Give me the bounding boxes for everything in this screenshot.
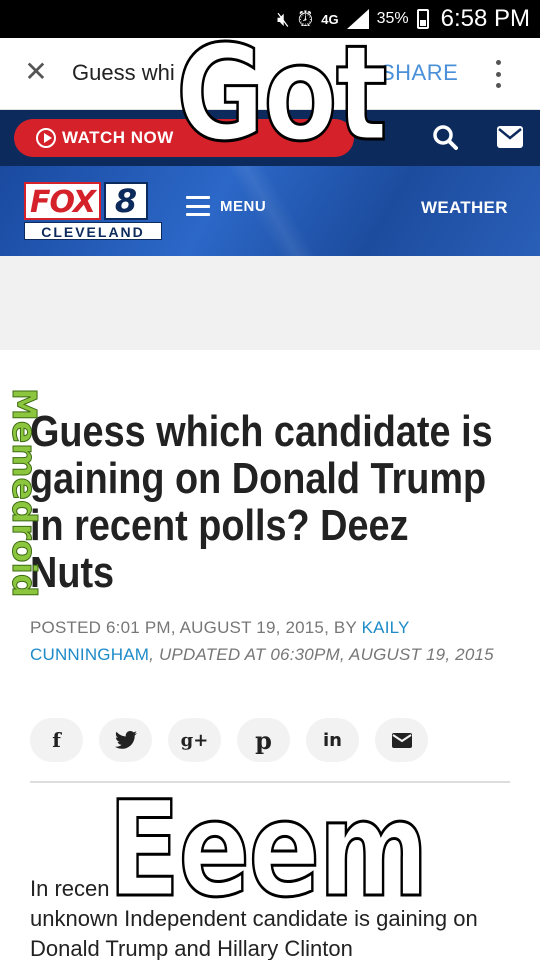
share-buttons: f g+ p in [30,718,428,762]
updated-date: , UPDATED AT 06:30PM, AUGUST 19, 2015 [149,645,494,664]
article-headline: Guess which candidate is gaining on Dona… [30,408,520,596]
menu-label: MENU [220,197,267,215]
linkedin-icon: in [323,729,342,751]
linkedin-share-button[interactable]: in [306,718,359,762]
twitter-icon [114,731,137,749]
headline-line: Nuts [30,548,115,597]
posted-date: POSTED 6:01 PM, AUGUST 19, 2015, BY [30,618,362,637]
byline: POSTED 6:01 PM, AUGUST 19, 2015, BY KAIL… [30,614,510,668]
close-icon[interactable]: ✕ [22,58,50,86]
site-header: FOX 8 CLEVELAND MENU WEATHER [0,166,540,256]
mail-icon[interactable] [497,126,523,148]
ad-slot [0,256,540,350]
facebook-icon: f [52,728,61,752]
watermark-text: Memedroid [5,388,45,599]
twitter-share-button[interactable] [99,718,152,762]
logo-city: CLEVELAND [24,222,162,240]
headline-line: Guess which candidate is [30,407,493,456]
body-line: Donald Trump and Hillary Clinton [30,936,353,960]
battery-icon [416,9,429,29]
share-button[interactable]: SHARE [380,60,458,86]
more-vert-icon[interactable] [486,56,510,92]
meme-bottom-caption: Eeem [107,773,430,927]
menu-button[interactable]: MENU [186,196,266,216]
pinterest-icon: p [255,725,272,755]
page-title: Guess whi [72,60,175,85]
headline-line: gaining on Donald Trump [30,454,487,503]
search-icon[interactable] [432,124,458,150]
watch-now-label: WATCH NOW [62,128,174,147]
memedroid-watermark: Memedroid [5,388,48,599]
envelope-icon [391,732,412,748]
googleplus-icon: g+ [180,729,209,751]
hamburger-icon [186,196,210,216]
logo-number: 8 [104,182,149,220]
facebook-share-button[interactable]: f [30,718,83,762]
weather-link[interactable]: WEATHER [421,198,508,218]
pinterest-share-button[interactable]: p [237,718,290,762]
email-share-button[interactable] [375,718,428,762]
play-icon [36,128,56,148]
headline-line: in recent polls? Deez [30,501,409,550]
fox8-logo[interactable]: FOX 8 CLEVELAND [24,182,162,242]
meme-top-caption: Got [175,17,389,171]
logo-fox-text: FOX [24,182,102,220]
googleplus-share-button[interactable]: g+ [168,718,221,762]
clock: 6:58 PM [440,5,530,32]
